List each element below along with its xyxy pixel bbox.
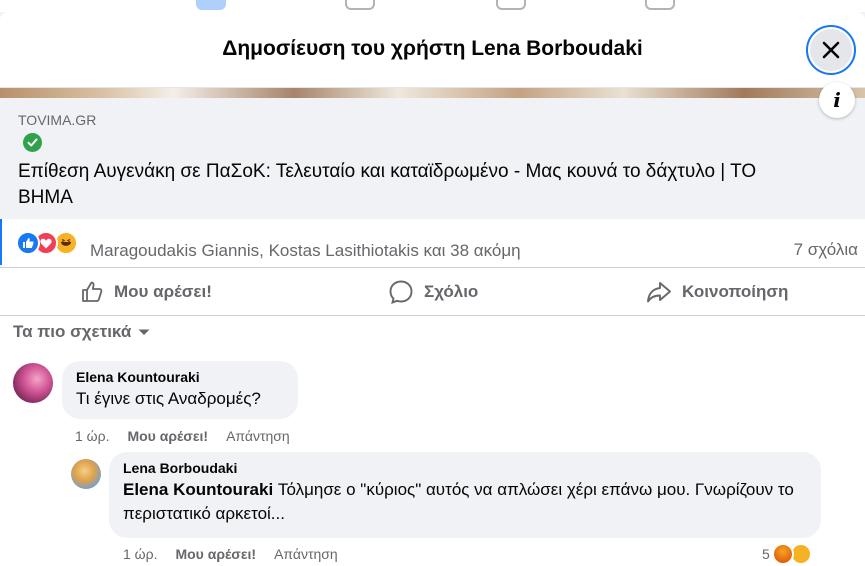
comment-count[interactable]: 7 σχόλια	[794, 240, 858, 260]
reply-mention[interactable]: Elena Kountouraki	[123, 480, 273, 499]
groups-icon[interactable]	[645, 0, 675, 10]
comment-author[interactable]: Elena Kountouraki	[76, 369, 284, 385]
post-actions: Μου αρέσει! Σχόλιο Κοινοποίηση	[0, 267, 865, 316]
comment-meta: 1 ώρ. Μου αρέσει! Απάντηση	[75, 428, 290, 444]
link-preview[interactable]: TOVIMA.GR Επίθεση Αυγενάκη σε ΠαΣοΚ: Τελ…	[0, 98, 865, 219]
top-nav-bar	[0, 0, 865, 12]
comment-icon	[389, 280, 413, 305]
info-icon: i	[833, 88, 841, 112]
reply-time[interactable]: 1 ώρ.	[123, 546, 157, 562]
close-icon	[822, 41, 840, 59]
avatar[interactable]	[13, 363, 53, 403]
sort-label: Τα πιο σχετικά	[13, 322, 132, 341]
reply-like-button[interactable]: Μου αρέσει!	[175, 546, 256, 562]
home-icon[interactable]	[196, 0, 226, 10]
modal-header: Δημοσίευση του χρήστη Lena Borboudaki	[0, 12, 865, 88]
angry-icon	[771, 543, 794, 565]
marketplace-icon[interactable]	[496, 0, 526, 10]
like-label: Μου αρέσει!	[114, 282, 212, 301]
post-modal: Δημοσίευση του χρήστη Lena Borboudaki i …	[0, 12, 865, 566]
reply-reaction-count: 5	[762, 546, 770, 562]
thumbs-up-icon	[82, 281, 103, 302]
comment-like-button[interactable]: Μου αρέσει!	[127, 428, 208, 444]
like-button[interactable]: Μου αρέσει!	[80, 268, 212, 316]
reply-text: Elena Kountouraki Τόλμησε ο "κύριος" αυτ…	[123, 478, 807, 526]
reaction-icons[interactable]	[16, 231, 86, 255]
link-title[interactable]: Επίθεση Αυγενάκη σε ΠαΣοΚ: Τελευταίο και…	[18, 159, 798, 211]
comment-bubble: Elena Kountouraki Τι έγινε στις Αναδρομέ…	[62, 361, 298, 419]
avatar[interactable]	[71, 459, 101, 489]
share-button[interactable]: Κοινοποίηση	[646, 268, 788, 316]
info-button[interactable]: i	[819, 82, 855, 118]
like-icon	[16, 231, 40, 255]
verified-badge-icon	[23, 133, 42, 152]
comment-sort-dropdown[interactable]: Τα πιο σχετικά	[13, 322, 151, 342]
reactions-summary: Maragoudakis Giannis, Kostas Lasithiotak…	[0, 219, 865, 265]
caret-down-icon	[138, 329, 150, 335]
link-preview-image[interactable]	[0, 88, 865, 98]
link-domain: TOVIMA.GR	[18, 112, 97, 128]
reply-author[interactable]: Lena Borboudaki	[123, 460, 807, 476]
reply-reactions[interactable]: 5	[762, 543, 812, 565]
reply-bubble: Lena Borboudaki Elena Kountouraki Τόλμησ…	[109, 452, 821, 538]
comment-time[interactable]: 1 ώρ.	[75, 428, 109, 444]
modal-title: Δημοσίευση του χρήστη Lena Borboudaki	[222, 37, 643, 60]
reactors-summary[interactable]: Maragoudakis Giannis, Kostas Lasithiotak…	[90, 241, 521, 261]
share-label: Κοινοποίηση	[682, 282, 789, 301]
reply-reply-button[interactable]: Απάντηση	[274, 546, 338, 562]
comment-button[interactable]: Σχόλιο	[388, 268, 478, 316]
reply-meta: 1 ώρ. Μου αρέσει! Απάντηση	[123, 546, 338, 562]
comment-label: Σχόλιο	[424, 282, 479, 301]
comment-reply-button[interactable]: Απάντηση	[226, 428, 290, 444]
share-icon	[647, 282, 671, 303]
video-icon[interactable]	[345, 0, 375, 10]
comment-text: Τι έγινε στις Αναδρομές?	[76, 389, 261, 408]
close-button[interactable]	[806, 25, 856, 75]
